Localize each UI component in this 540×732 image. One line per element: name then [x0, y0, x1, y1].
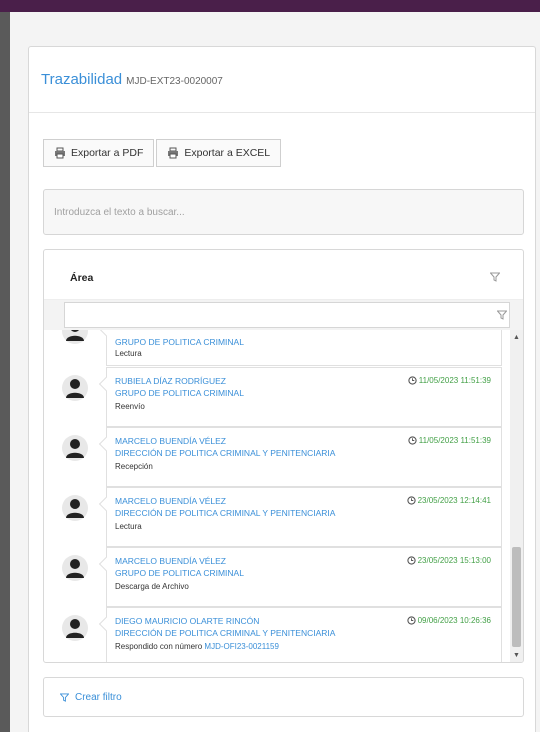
entry-timestamp: 11/05/2023 11:51:39	[408, 376, 491, 385]
user-avatar-icon	[62, 555, 88, 581]
timestamp-text: 23/05/2023 12:14:41	[417, 496, 491, 505]
history-list: GRUPO DE POLITICA CRIMINAL Lectura RUBIE…	[44, 330, 507, 662]
entry-action: Respondido con número MJD-OFI23-0021159	[115, 642, 279, 651]
response-number-link[interactable]: MJD-OFI23-0021159	[204, 642, 279, 651]
entry-action-text: Respondido con número	[115, 642, 203, 651]
column-filter-row	[44, 300, 523, 330]
entry-user: MARCELO BUENDÍA VÉLEZ	[115, 436, 227, 446]
entry-action: Lectura	[115, 522, 142, 531]
traceability-grid: Área GRUPO DE POLITICA CRIMINAL Lectura …	[43, 249, 524, 663]
history-card: GRUPO DE POLITICA CRIMINAL Lectura	[98, 330, 502, 366]
history-card: MARCELO BUENDÍA VÉLEZ DIRECCIÓN DE POLIT…	[98, 427, 502, 487]
timestamp-text: 11/05/2023 11:51:39	[418, 376, 491, 385]
avatar-column	[44, 487, 106, 547]
clock-icon	[406, 496, 416, 505]
entry-action: Lectura	[115, 349, 142, 358]
entry-timestamp: 09/06/2023 10:26:36	[406, 616, 491, 625]
entry-dependency: GRUPO DE POLITICA CRIMINAL	[115, 568, 244, 578]
grid-header: Área	[44, 250, 523, 300]
top-bar	[0, 0, 540, 12]
panel-title: Trazabilidad MJD-EXT23-0020007	[41, 71, 223, 88]
history-card: DIEGO MAURICIO OLARTE RINCÓN DIRECCIÓN D…	[98, 607, 502, 662]
avatar-column	[44, 367, 106, 427]
entry-timestamp: 11/05/2023 11:51:39	[408, 436, 491, 445]
entry-line: GRUPO DE POLITICA CRIMINAL	[115, 337, 244, 347]
entry-dependency: DIRECCIÓN DE POLITICA CRIMINAL Y PENITEN…	[115, 448, 336, 458]
timestamp-text: 23/05/2023 15:13:00	[417, 556, 491, 565]
avatar-column	[44, 607, 106, 662]
entry-action: Recepción	[115, 462, 153, 471]
timestamp-text: 09/06/2023 10:26:36	[417, 616, 491, 625]
entry-user: MARCELO BUENDÍA VÉLEZ	[115, 556, 227, 566]
filter-icon	[60, 693, 69, 702]
printer-icon	[55, 147, 65, 159]
panel-title-text: Trazabilidad	[41, 71, 123, 88]
clock-icon	[406, 556, 416, 565]
printer-icon	[168, 147, 179, 159]
clock-icon	[406, 616, 416, 625]
user-avatar-icon	[62, 330, 88, 344]
history-card: RUBIELA DÍAZ RODRÍGUEZ GRUPO DE POLITICA…	[98, 367, 502, 427]
panel-subtitle: MJD-EXT23-0020007	[126, 76, 223, 87]
user-avatar-icon	[62, 495, 88, 521]
filter-footer: Crear filtro	[43, 677, 524, 717]
export-pdf-label: Exportar a PDF	[71, 147, 144, 159]
create-filter-button[interactable]: Crear filtro	[60, 692, 122, 703]
list-item: MARCELO BUENDÍA VÉLEZ GRUPO DE POLITICA …	[44, 547, 507, 607]
scrollbar-thumb[interactable]	[512, 547, 521, 647]
scroll-up-icon[interactable]: ▲	[513, 334, 520, 341]
entry-user: RUBIELA DÍAZ RODRÍGUEZ	[115, 376, 226, 386]
create-filter-label: Crear filtro	[75, 692, 122, 703]
column-header-area: Área	[70, 272, 94, 284]
search-placeholder: Introduzca el texto a buscar...	[54, 206, 185, 218]
entry-timestamp: 23/05/2023 15:13:00	[406, 556, 491, 565]
export-excel-label: Exportar a EXCEL	[184, 147, 271, 159]
list-item: GRUPO DE POLITICA CRIMINAL Lectura	[44, 330, 507, 366]
list-item: MARCELO BUENDÍA VÉLEZ DIRECCIÓN DE POLIT…	[44, 487, 507, 547]
entry-dependency: DIRECCIÓN DE POLITICA CRIMINAL Y PENITEN…	[115, 508, 336, 518]
search-input[interactable]: Introduzca el texto a buscar...	[43, 189, 524, 235]
export-pdf-button[interactable]: Exportar a PDF	[43, 139, 155, 167]
user-avatar-icon	[62, 615, 88, 641]
clock-icon	[408, 436, 417, 445]
user-avatar-icon	[62, 435, 88, 461]
avatar-column	[44, 330, 106, 366]
timestamp-text: 11/05/2023 11:51:39	[418, 436, 491, 445]
list-item: DIEGO MAURICIO OLARTE RINCÓN DIRECCIÓN D…	[44, 607, 507, 662]
filter-icon[interactable]	[490, 272, 500, 282]
avatar-column	[44, 547, 106, 607]
user-avatar-icon	[62, 375, 88, 401]
panel-header: Trazabilidad MJD-EXT23-0020007	[29, 47, 535, 113]
clock-icon	[408, 376, 417, 385]
avatar-column	[44, 427, 106, 487]
list-item: RUBIELA DÍAZ RODRÍGUEZ GRUPO DE POLITICA…	[44, 367, 507, 427]
entry-timestamp: 23/05/2023 12:14:41	[406, 496, 491, 505]
entry-dependency: GRUPO DE POLITICA CRIMINAL	[115, 388, 244, 398]
area-filter-input[interactable]	[64, 302, 510, 328]
history-card: MARCELO BUENDÍA VÉLEZ GRUPO DE POLITICA …	[98, 547, 502, 607]
list-item: MARCELO BUENDÍA VÉLEZ DIRECCIÓN DE POLIT…	[44, 427, 507, 487]
scroll-down-icon[interactable]: ▼	[513, 652, 520, 659]
export-toolbar: Exportar a PDF Exportar a EXCEL	[43, 139, 282, 167]
entry-action: Reenvío	[115, 402, 145, 411]
history-card: MARCELO BUENDÍA VÉLEZ DIRECCIÓN DE POLIT…	[98, 487, 502, 547]
entry-action: Descarga de Archivo	[115, 582, 189, 591]
left-edge	[0, 12, 10, 732]
trazabilidad-panel: Trazabilidad MJD-EXT23-0020007 Exportar a…	[28, 46, 536, 732]
filter-icon[interactable]	[497, 310, 507, 320]
export-excel-button[interactable]: Exportar a EXCEL	[156, 139, 282, 167]
vertical-scrollbar[interactable]: ▲ ▼	[510, 330, 523, 662]
entry-dependency: DIRECCIÓN DE POLITICA CRIMINAL Y PENITEN…	[115, 628, 336, 638]
entry-user: MARCELO BUENDÍA VÉLEZ	[115, 496, 227, 506]
entry-user: DIEGO MAURICIO OLARTE RINCÓN	[115, 616, 260, 626]
